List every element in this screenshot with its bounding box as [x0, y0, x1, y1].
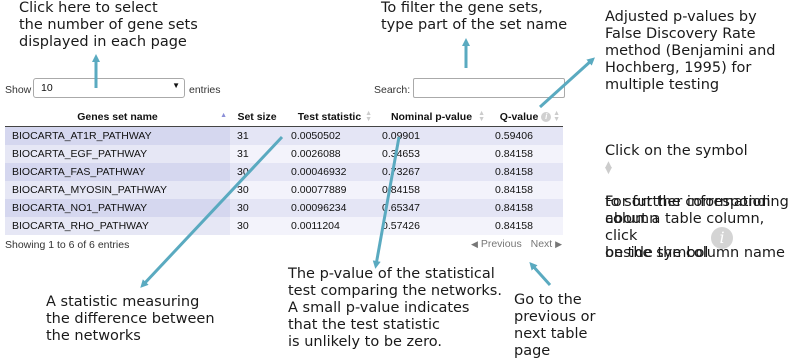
callout-arrows — [92, 38, 595, 288]
arrow-from-pvalue — [372, 136, 401, 269]
arrow-to-pager — [529, 262, 552, 287]
arrow-to-qvalue — [538, 57, 595, 109]
arrow-from-statistic — [140, 135, 284, 288]
